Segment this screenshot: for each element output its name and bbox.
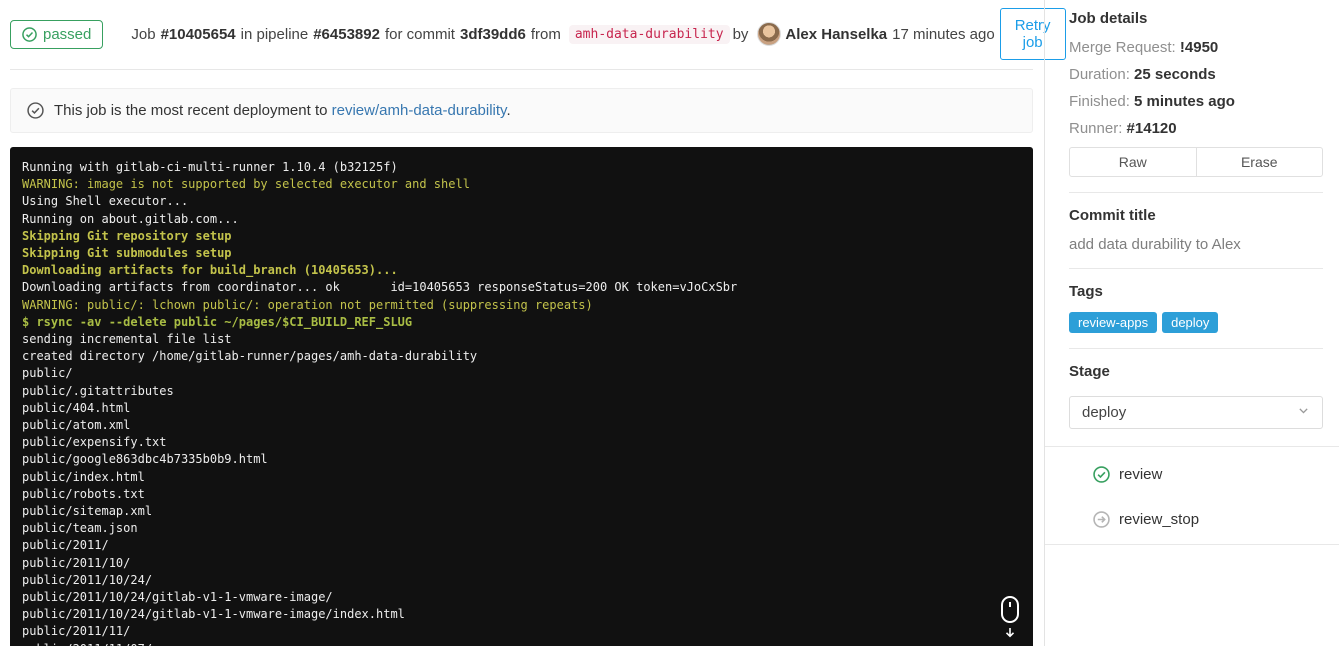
log-line: public/2011/: [22, 538, 109, 553]
log-line: Skipping Git submodules setup: [22, 246, 232, 261]
detail-label: Finished:: [1069, 93, 1130, 110]
log-line: public/2011/10/24/gitlab-v1-1-vmware-ima…: [22, 590, 333, 605]
log-line: WARNING: public/: lchown public/: operat…: [22, 297, 593, 312]
log-line: Downloading artifacts from coordinator..…: [22, 280, 738, 295]
detail-row: Merge Request: !4950: [1069, 39, 1323, 56]
log-line: public/sitemap.xml: [22, 504, 153, 519]
stage-select[interactable]: deploy: [1069, 396, 1323, 429]
job-item-review_stop[interactable]: review_stop: [1093, 511, 1339, 528]
log-actions: Raw Erase: [1069, 147, 1323, 177]
stage-jobs-list: review review_stop: [1045, 446, 1339, 545]
status-success-icon: [1093, 466, 1110, 483]
check-circle-icon: [22, 26, 37, 42]
by-word: by: [732, 25, 749, 43]
job-log-terminal[interactable]: Running with gitlab-ci-multi-runner 1.10…: [10, 147, 1033, 646]
commit-sha-link[interactable]: 3df39dd6: [460, 26, 526, 43]
log-line: public/2011/10/: [22, 555, 131, 570]
detail-row: Duration: 25 seconds: [1069, 66, 1323, 83]
status-badge: passed: [10, 19, 104, 49]
job-details-list: Merge Request: !4950 Duration: 25 seconds…: [1069, 39, 1323, 137]
job-id-link[interactable]: #10405654: [161, 26, 236, 43]
log-line: public/team.json: [22, 521, 138, 536]
log-line: Downloading artifacts for build_branch (…: [22, 263, 398, 278]
in-pipeline-word: in pipeline: [240, 25, 309, 43]
detail-row: Finished: 5 minutes ago: [1069, 93, 1323, 110]
deployment-notice: This job is the most recent deployment t…: [10, 88, 1033, 133]
main-column: passed Job #10405654 in pipeline #645389…: [0, 0, 1066, 646]
log-line: Using Shell executor...: [22, 194, 189, 209]
log-line: public/2011/11/07/: [22, 641, 1021, 646]
commit-title-heading: Commit title: [1069, 207, 1156, 224]
commit-title-section: Commit title add data durability to Alex: [1069, 193, 1323, 269]
job-info: Job #10405654 in pipeline #6453892 for c…: [131, 22, 999, 46]
log-line: public/.gitattributes: [22, 383, 174, 398]
log-line: $ rsync -av --delete public ~/pages/$CI_…: [22, 314, 413, 329]
scroll-down-button[interactable]: [998, 594, 1022, 640]
job-sidebar: Job details Merge Request: !4950 Duration…: [1044, 0, 1339, 646]
log-line: Running on about.gitlab.com...: [22, 211, 239, 226]
stage-section: Stage deploy: [1069, 349, 1323, 446]
job-page: passed Job #10405654 in pipeline #645389…: [0, 0, 1339, 646]
detail-label: Duration:: [1069, 66, 1130, 83]
log-line: public/expensify.txt: [22, 435, 167, 450]
stage-heading: Stage: [1069, 363, 1110, 380]
job-word: Job: [131, 25, 156, 43]
log-line: public/: [22, 366, 73, 381]
log-line: Skipping Git repository setup: [22, 228, 232, 243]
branch-ref-badge[interactable]: amh-data-durability: [568, 24, 730, 44]
tag-badge: deploy: [1162, 312, 1219, 333]
for-commit-word: for commit: [384, 25, 455, 43]
status-label: passed: [43, 25, 92, 43]
job-timestamp: 17 minutes ago: [892, 25, 995, 43]
notice-text-main: This job is the most recent deployment t…: [54, 102, 328, 119]
raw-button[interactable]: Raw: [1069, 147, 1197, 177]
tags-section: Tags review-apps deploy: [1069, 269, 1323, 349]
detail-row: Runner: #14120: [1069, 120, 1323, 137]
detail-value: 25 seconds: [1134, 66, 1216, 83]
avatar[interactable]: [757, 22, 782, 46]
detail-label: Merge Request:: [1069, 39, 1176, 56]
job-header: passed Job #10405654 in pipeline #645389…: [10, 0, 1066, 70]
log-line: public/google863dbc4b7335b0b9.html: [22, 452, 268, 467]
detail-label: Runner:: [1069, 120, 1123, 137]
status-manual-icon: [1093, 511, 1110, 528]
log-line: public/atom.xml: [22, 418, 131, 433]
job-item-label: review: [1119, 466, 1163, 483]
log-line: public/2011/11/: [22, 624, 131, 639]
log-line: public/2011/10/24/: [22, 572, 153, 587]
erase-button[interactable]: Erase: [1195, 147, 1323, 177]
notice-check-icon: [27, 102, 44, 119]
job-item-review[interactable]: review: [1093, 466, 1339, 483]
commit-title-text: add data durability to Alex: [1069, 236, 1241, 253]
log-line: WARNING: image is not supported by selec…: [22, 177, 470, 192]
pipeline-id-link[interactable]: #6453892: [313, 26, 380, 43]
log-line: public/2011/10/24/gitlab-v1-1-vmware-ima…: [22, 607, 405, 622]
job-details-section: Job details Merge Request: !4950 Duration…: [1069, 10, 1323, 193]
merge-request-link[interactable]: !4950: [1180, 39, 1218, 56]
tags-list: review-apps deploy: [1069, 312, 1323, 333]
log-line: Running with gitlab-ci-multi-runner 1.10…: [22, 160, 398, 174]
log-line: sending incremental file list: [22, 332, 232, 347]
notice-text: This job is the most recent deployment t…: [54, 102, 511, 119]
log-line: public/robots.txt: [22, 486, 145, 501]
mouse-scroll-icon: [1001, 596, 1019, 638]
log-line: created directory /home/gitlab-runner/pa…: [22, 349, 478, 364]
log-line: public/index.html: [22, 469, 145, 484]
from-word: from: [530, 25, 561, 43]
tags-heading: Tags: [1069, 283, 1103, 300]
log-line: public/404.html: [22, 400, 131, 415]
job-item-label: review_stop: [1119, 511, 1200, 528]
detail-value: #14120: [1126, 120, 1177, 137]
job-details-heading: Job details: [1069, 10, 1148, 27]
tag-badge: review-apps: [1069, 312, 1158, 333]
author-name-link[interactable]: Alex Hanselka: [785, 26, 887, 43]
deployment-env-link[interactable]: review/amh-data-durability: [332, 102, 507, 119]
stage-selected-value: deploy: [1082, 404, 1127, 421]
chevron-down-icon: [1297, 404, 1310, 421]
detail-value: 5 minutes ago: [1134, 93, 1235, 110]
notice-period: .: [506, 102, 511, 119]
